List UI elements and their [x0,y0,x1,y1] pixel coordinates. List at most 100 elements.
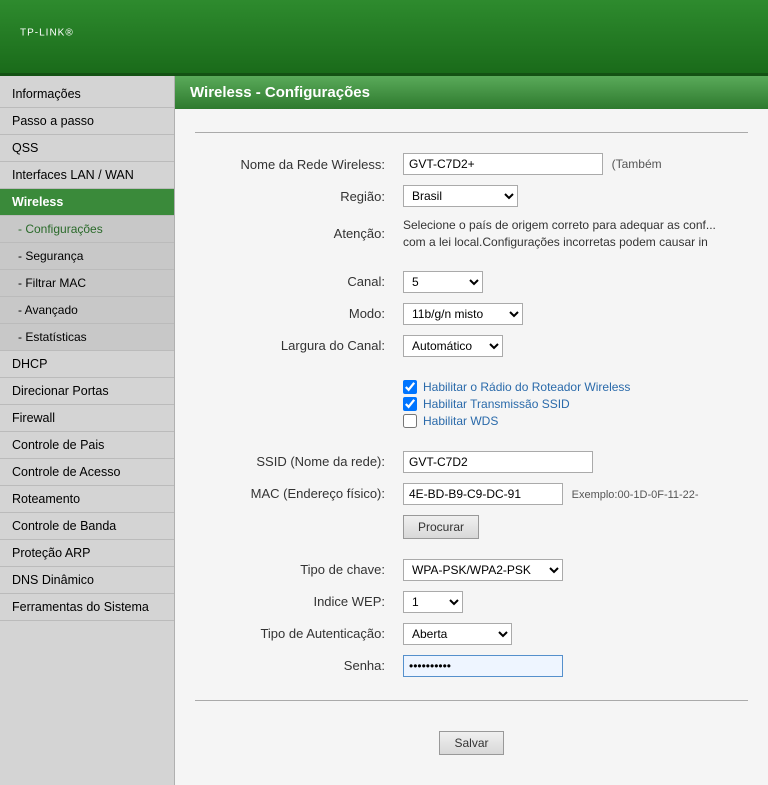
bottom-divider [195,700,748,701]
ssid-field [395,446,748,478]
sidebar-item-estatisticas[interactable]: - Estatísticas [0,324,174,351]
sidebar-item-direcionar-portas[interactable]: Direcionar Portas [0,378,174,405]
mac-example: Exemplo:00-1D-0F-11-22- [572,489,699,501]
largura-field: Automático20MHz40MHz [395,330,748,362]
procurar-button[interactable]: Procurar [403,515,479,539]
sidebar-item-interfaces-lan-wan[interactable]: Interfaces LAN / WAN [0,162,174,189]
spacer-row1 [195,256,748,266]
largura-label: Largura do Canal: [195,330,395,362]
network-name-field: (Também [395,148,748,180]
tipo-autenticacao-select[interactable]: AbertaCompartilhada [403,623,512,645]
modo-field: 11b/g/n misto11b only11g only11n only [395,298,748,330]
indice-wep-field: 1234 [395,586,748,618]
sidebar-item-qss[interactable]: QSS [0,135,174,162]
sidebar-item-controle-de-pais[interactable]: Controle de Pais [0,432,174,459]
checkbox1-label[interactable]: Habilitar o Rádio do Roteador Wireless [423,380,630,394]
modo-select[interactable]: 11b/g/n misto11b only11g only11n only [403,303,523,325]
senha-row: Senha: [195,650,748,682]
tipo-autenticacao-row: Tipo de Autenticação: AbertaCompartilhad… [195,618,748,650]
spacer-row5 [195,682,748,692]
checkbox2-label[interactable]: Habilitar Transmissão SSID [423,397,570,411]
indice-wep-row: Indice WEP: 1234 [195,586,748,618]
page-title: Wireless - Configurações [190,84,753,101]
sidebar-item-firewall[interactable]: Firewall [0,405,174,432]
mac-field: Exemplo:00-1D-0F-11-22- [395,478,748,510]
attention-text: Selecione o país de origem correto para … [403,218,716,249]
main-container: InformaçõesPasso a passoQSSInterfaces LA… [0,76,768,785]
page-title-bar: Wireless - Configurações [175,76,768,109]
attention-label: Atenção: [195,212,395,256]
checkbox-row1: Habilitar o Rádio do Roteador Wireless H… [195,372,748,436]
ssid-row: SSID (Nome da rede): [195,446,748,478]
region-label: Região: [195,180,395,212]
sidebar-item-wireless[interactable]: Wireless [0,189,174,216]
logo-tm: ® [65,27,73,38]
checkbox1-container: Habilitar o Rádio do Roteador Wireless [403,380,740,394]
sidebar-item-dhcp[interactable]: DHCP [0,351,174,378]
network-name-row: Nome da Rede Wireless: (Também [195,148,748,180]
region-row: Região: BrasilEstados UnidosEuropa [195,180,748,212]
senha-label: Senha: [195,650,395,682]
indice-wep-label: Indice WEP: [195,586,395,618]
ssid-input[interactable] [403,451,593,473]
sidebar-item-passo-a-passo[interactable]: Passo a passo [0,108,174,135]
top-divider [195,132,748,133]
modo-row: Modo: 11b/g/n misto11b only11g only11n o… [195,298,748,330]
sidebar: InformaçõesPasso a passoQSSInterfaces LA… [0,76,175,785]
indice-wep-select[interactable]: 1234 [403,591,463,613]
tipo-autenticacao-field: AbertaCompartilhada [395,618,748,650]
save-row: Salvar [195,716,748,770]
mac-label: MAC (Endereço físico): [195,478,395,510]
tipo-chave-row: Tipo de chave: WPA-PSK/WPA2-PSKWEPNenhum… [195,554,748,586]
sidebar-item-controle-de-acesso[interactable]: Controle de Acesso [0,459,174,486]
sidebar-item-controle-de-banda[interactable]: Controle de Banda [0,513,174,540]
network-name-input[interactable] [403,153,603,175]
sidebar-item-roteamento[interactable]: Roteamento [0,486,174,513]
attention-field: Selecione o país de origem correto para … [395,212,748,256]
sidebar-item-configuracoes[interactable]: - Configurações [0,216,174,243]
modo-label: Modo: [195,298,395,330]
logo: TP-LINK® [20,18,748,55]
content-inner: Nome da Rede Wireless: (Também Região: B… [175,109,768,785]
sidebar-item-protecao-arp[interactable]: Proteção ARP [0,540,174,567]
checkbox-radio-enable[interactable] [403,380,417,394]
canal-label: Canal: [195,266,395,298]
tipo-chave-select[interactable]: WPA-PSK/WPA2-PSKWEPNenhuma [403,559,563,581]
tipo-chave-field: WPA-PSK/WPA2-PSKWEPNenhuma [395,554,748,586]
canal-select[interactable]: 12345678910111213 [403,271,483,293]
save-button[interactable]: Salvar [439,731,503,755]
region-select[interactable]: BrasilEstados UnidosEuropa [403,185,518,207]
largura-select[interactable]: Automático20MHz40MHz [403,335,503,357]
ssid-label: SSID (Nome da rede): [195,446,395,478]
also-text: (Também [612,157,662,171]
procurar-row: Procurar [195,510,748,544]
canal-row: Canal: 12345678910111213 [195,266,748,298]
sidebar-item-avancado[interactable]: - Avançado [0,297,174,324]
attention-row: Atenção: Selecione o país de origem corr… [195,212,748,256]
checkbox-ssid-transmit[interactable] [403,397,417,411]
spacer-row4 [195,544,748,554]
logo-text: TP-LINK [20,27,65,38]
mac-row: MAC (Endereço físico): Exemplo:00-1D-0F-… [195,478,748,510]
sidebar-item-informacoes[interactable]: Informações [0,81,174,108]
checkbox3-container: Habilitar WDS [403,414,740,428]
largura-row: Largura do Canal: Automático20MHz40MHz [195,330,748,362]
checkbox2-container: Habilitar Transmissão SSID [403,397,740,411]
sidebar-item-seguranca[interactable]: - Segurança [0,243,174,270]
mac-input[interactable] [403,483,563,505]
content-area: Wireless - Configurações Nome da Rede Wi… [175,76,768,785]
sidebar-item-ferramentas-do-sistema[interactable]: Ferramentas do Sistema [0,594,174,621]
senha-input[interactable] [403,655,563,677]
sidebar-item-filtrar-mac[interactable]: - Filtrar MAC [0,270,174,297]
sidebar-item-dns-dinamico[interactable]: DNS Dinâmico [0,567,174,594]
spacer-row3 [195,436,748,446]
checkbox-wds[interactable] [403,414,417,428]
tipo-autenticacao-label: Tipo de Autenticação: [195,618,395,650]
spacer-row2 [195,362,748,372]
header: TP-LINK® [0,0,768,76]
network-name-label: Nome da Rede Wireless: [195,148,395,180]
checkbox3-label[interactable]: Habilitar WDS [423,414,498,428]
tipo-chave-label: Tipo de chave: [195,554,395,586]
region-field: BrasilEstados UnidosEuropa [395,180,748,212]
form-table: Nome da Rede Wireless: (Também Região: B… [195,148,748,692]
